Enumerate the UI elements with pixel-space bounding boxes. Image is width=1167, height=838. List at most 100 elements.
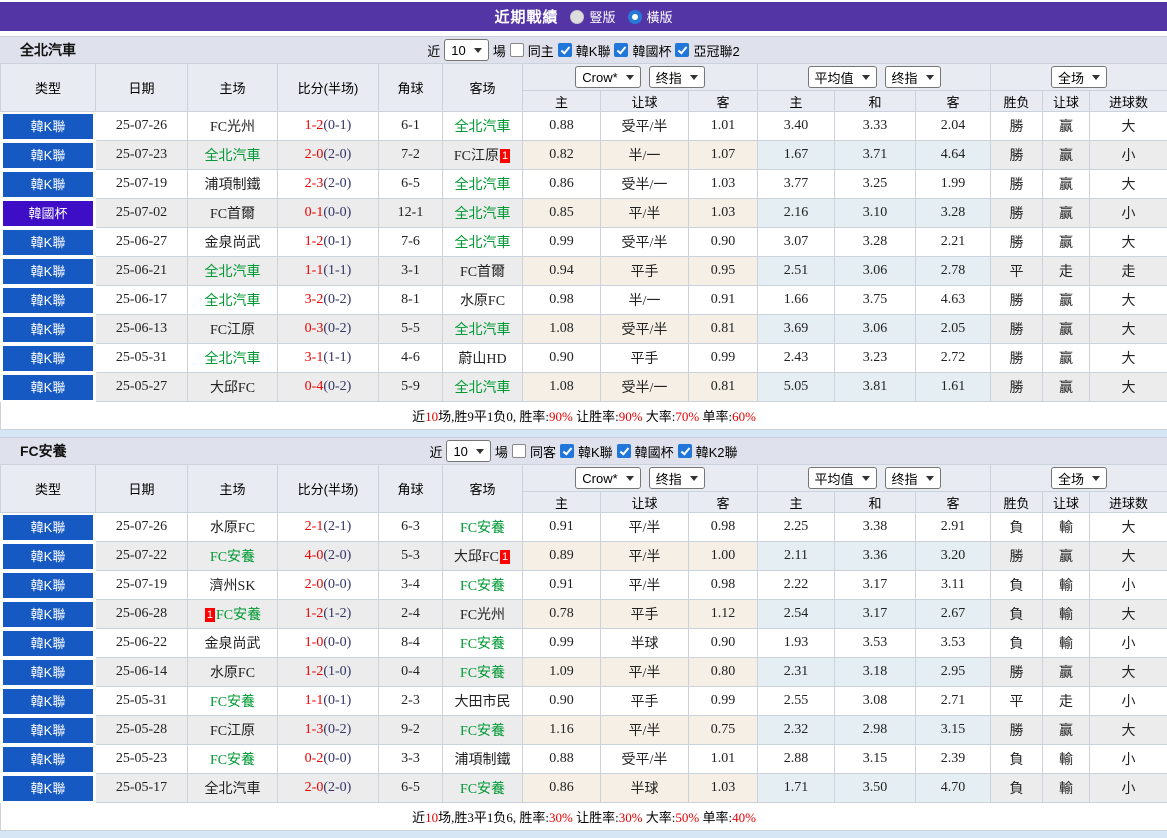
- avg-draw-cell: 3.25: [835, 170, 916, 199]
- match-row: 韓K聯25-06-22金泉尚武1-0(0-0)8-4FC安養0.99半球0.90…: [1, 629, 1167, 658]
- corner-cell: 6-3: [379, 513, 443, 542]
- league-checkbox-0[interactable]: [560, 444, 574, 458]
- layout-radio-vertical[interactable]: 豎版: [570, 7, 615, 26]
- avg-draw-cell: 3.10: [835, 199, 916, 228]
- league-badge: 韓K聯: [3, 515, 93, 540]
- scope-selects: 全场: [991, 66, 1167, 88]
- league-badge: 韓K聯: [3, 689, 93, 714]
- result-wdl-cell: 勝: [991, 170, 1043, 199]
- result-group-header: 全场: [991, 465, 1167, 492]
- away-team-name: 全北汽車: [455, 120, 511, 135]
- header-row-top: 类型日期主场比分(半场)角球客场Crow*终指平均值终指全场: [1, 465, 1167, 492]
- league-checkbox-2[interactable]: [675, 43, 689, 57]
- odds-away-cell: 1.00: [689, 542, 758, 571]
- odds-stage-select[interactable]: 终指: [649, 467, 705, 489]
- odds-away-cell: 0.81: [689, 315, 758, 344]
- away-team-cell: FC安養: [443, 513, 523, 542]
- odds-stage-select[interactable]: 终指: [649, 66, 705, 88]
- result-goals-cell: 小: [1090, 141, 1167, 170]
- odds-away-cell: 0.99: [689, 687, 758, 716]
- odds-home-cell: 0.98: [523, 286, 601, 315]
- league-badge: 韓K聯: [3, 346, 93, 371]
- full-time-score: 1-2: [305, 664, 324, 679]
- home-team-cell: FC光州: [188, 112, 278, 141]
- league-cell: 韓K聯: [1, 571, 96, 600]
- scope-select[interactable]: 全场: [1051, 467, 1107, 489]
- league-badge: 韓K聯: [3, 317, 93, 342]
- odds-home-cell: 1.16: [523, 716, 601, 745]
- odds-group-header: Crow* 终指: [523, 465, 758, 492]
- half-time-score: (0-0): [323, 635, 351, 650]
- odds-company-select[interactable]: Crow*: [575, 467, 640, 489]
- team-sections-container: 全北汽車近10場同主韓K聯韓國杯亞冠聯2类型日期主场比分(半场)角球客场Crow…: [0, 36, 1167, 838]
- odds-home-cell: 1.08: [523, 315, 601, 344]
- odds-company-select[interactable]: Crow*: [575, 66, 640, 88]
- avg-stage-select[interactable]: 终指: [885, 66, 941, 88]
- odds-home-cell: 0.88: [523, 745, 601, 774]
- chevron-down-icon: [690, 75, 698, 80]
- handicap-line-cell: 受半/一: [601, 170, 689, 199]
- away-team-text: FC安養: [460, 782, 505, 797]
- corner-cell: 3-4: [379, 571, 443, 600]
- result-goals-cell: 大: [1090, 373, 1167, 402]
- recent-count-select[interactable]: 10: [444, 39, 488, 61]
- league-cell: 韓K聯: [1, 629, 96, 658]
- match-row: 韓K聯25-05-31全北汽車3-1(1-1)4-6蔚山HD0.90平手0.99…: [1, 344, 1167, 373]
- corner-cell: 2-3: [379, 687, 443, 716]
- avg-away-cell: 2.21: [916, 228, 991, 257]
- layout-radio-horizontal[interactable]: 橫版: [628, 7, 673, 26]
- corner-cell: 8-1: [379, 286, 443, 315]
- recent-count-select[interactable]: 10: [446, 440, 490, 462]
- home-team-cell: 全北汽車: [188, 141, 278, 170]
- handicap-line-cell: 平/半: [601, 571, 689, 600]
- avg-type-select[interactable]: 平均值: [808, 467, 877, 489]
- avg-away-cell: 4.70: [916, 774, 991, 803]
- summary-row: 近10场,胜3平1负6, 胜率:30% 让胜率:30% 大率:50% 单率:40…: [1, 803, 1167, 831]
- home-team-text: 全北汽車: [205, 352, 261, 367]
- league-checkbox-1[interactable]: [614, 43, 628, 57]
- handicap-line-cell: 受平/半: [601, 228, 689, 257]
- match-row: 韓K聯25-07-19濟州SK2-0(0-0)3-4FC安養0.91平/半0.9…: [1, 571, 1167, 600]
- home-team-name: 大邱FC: [210, 381, 255, 396]
- home-team-text: FC江原: [210, 724, 255, 739]
- home-team-text: 金泉尚武: [205, 236, 261, 251]
- away-team-text: 全北汽車: [455, 236, 511, 251]
- away-team-name: FC安養: [460, 666, 505, 681]
- league-cell: 韓K聯: [1, 315, 96, 344]
- away-team-cell: 全北汽車: [443, 315, 523, 344]
- match-row: 韓K聯25-06-17全北汽車3-2(0-2)8-1水原FC0.98半/一0.9…: [1, 286, 1167, 315]
- away-team-cell: FC光州: [443, 600, 523, 629]
- odds-company-select-value: Crow*: [582, 471, 617, 486]
- avg-group-header: 平均值终指: [758, 64, 991, 91]
- full-time-score: 0-2: [305, 751, 324, 766]
- same-venue-checkbox[interactable]: [512, 444, 526, 458]
- result-wdl-cell: 負: [991, 600, 1043, 629]
- chevron-down-icon: [926, 75, 934, 80]
- result-goals-cell: 小: [1090, 571, 1167, 600]
- league-checkbox-label-2: 韓K2聯: [696, 442, 738, 461]
- result-handicap-cell: 赢: [1043, 199, 1090, 228]
- avg-type-select[interactable]: 平均值: [808, 66, 877, 88]
- odds-away-cell: 0.99: [689, 344, 758, 373]
- league-cell: 韓K聯: [1, 112, 96, 141]
- scope-select[interactable]: 全场: [1051, 66, 1107, 88]
- team-section-bar-0: 全北汽車近10場同主韓K聯韓國杯亞冠聯2: [0, 36, 1167, 63]
- league-checkbox-0[interactable]: [558, 43, 572, 57]
- radio-vertical-icon[interactable]: [570, 10, 584, 24]
- avg-stage-select[interactable]: 终指: [885, 467, 941, 489]
- team-name: 全北汽車: [20, 40, 76, 60]
- same-venue-checkbox[interactable]: [510, 43, 524, 57]
- avg-draw-cell: 3.15: [835, 745, 916, 774]
- half-time-score: (0-2): [323, 722, 351, 737]
- odds-away-cell: 1.01: [689, 112, 758, 141]
- result-handicap-cell: 輸: [1043, 600, 1090, 629]
- league-checkbox-1[interactable]: [617, 444, 631, 458]
- away-team-name: FC光州: [460, 608, 505, 623]
- radio-horizontal-icon[interactable]: [628, 10, 642, 24]
- avg-away-cell: 2.95: [916, 658, 991, 687]
- home-team-cell: 全北汽車: [188, 344, 278, 373]
- league-checkbox-2[interactable]: [678, 444, 692, 458]
- league-badge: 韓K聯: [3, 375, 93, 400]
- away-team-text: FC安養: [460, 521, 505, 536]
- result-handicap-cell: 走: [1043, 687, 1090, 716]
